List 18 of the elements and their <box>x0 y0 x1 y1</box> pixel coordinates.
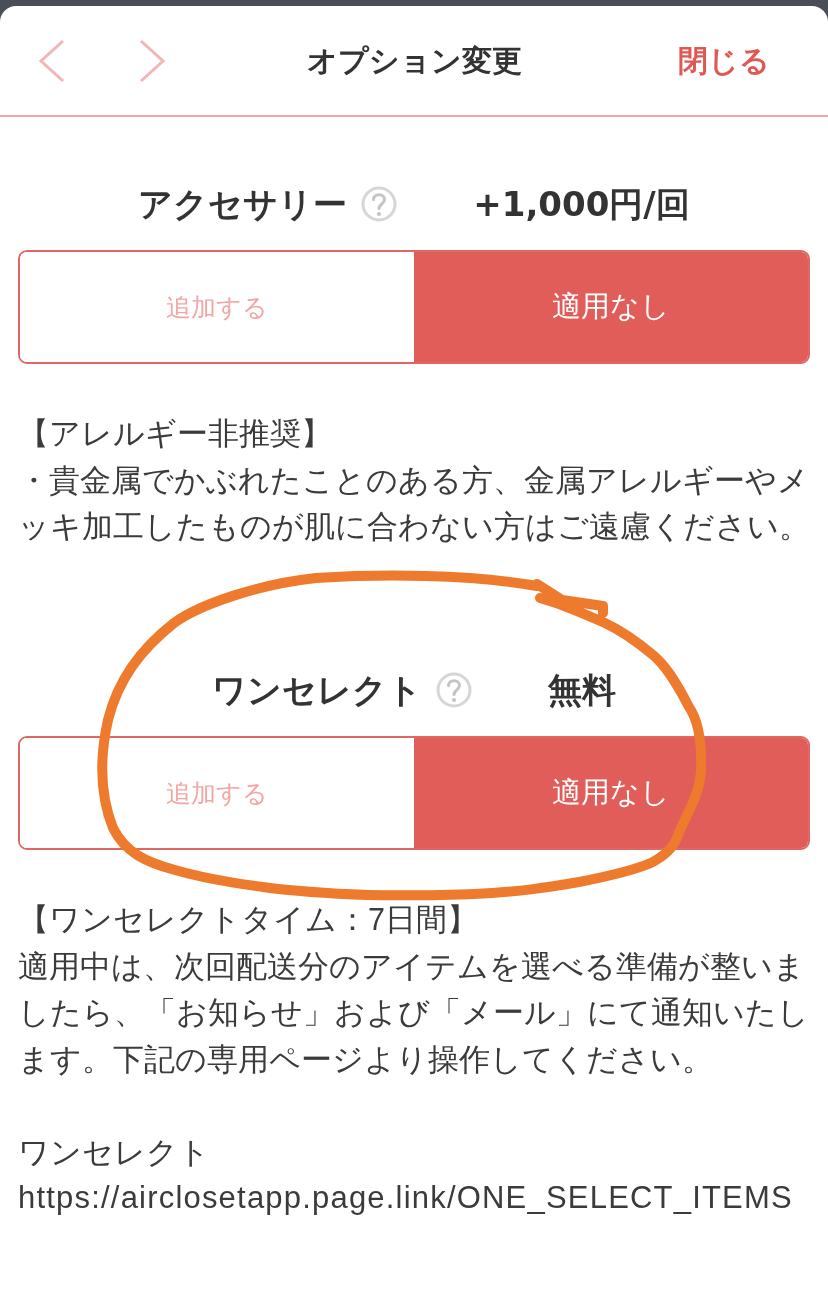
segment-button[interactable]: 適用なし <box>414 738 808 848</box>
price-text: 無料 <box>548 668 616 712</box>
page-title: オプション変更 <box>306 42 522 79</box>
url-text: https://airclosetapp.page.link/ONE_SELECT_ITEMS <box>18 1179 794 1217</box>
note-text: 【アレルギー非推奨】 <box>18 415 333 452</box>
chevron-left-icon[interactable] <box>38 38 66 83</box>
segment-button[interactable]: 適用なし <box>414 252 808 362</box>
close-button[interactable]: 閉じる <box>678 41 770 80</box>
note-text: ワンセレクト <box>18 1133 211 1171</box>
help-icon[interactable] <box>361 186 398 222</box>
note-text: 【ワンセレクトタイム：7日間】 <box>18 901 479 938</box>
option-name: アクセサリー <box>138 183 348 225</box>
help-icon[interactable] <box>436 672 472 708</box>
chevron-right-icon[interactable] <box>138 38 166 83</box>
price-text: +1,000円/回 <box>473 182 690 226</box>
option-name: ワンセレクト <box>212 669 422 711</box>
note-text: 適用中は、次回配送分のアイテムを選べる準備が整いましたら、「お知らせ」および「メール」にて通知いたします。下記の専用ページより操作してください。 <box>18 947 810 1078</box>
note-text: ・貴金属でかぶれたことのある方、金属アレルギーやメッキ加工したものが肌に合わない方はご遠慮ください。 <box>18 461 810 545</box>
